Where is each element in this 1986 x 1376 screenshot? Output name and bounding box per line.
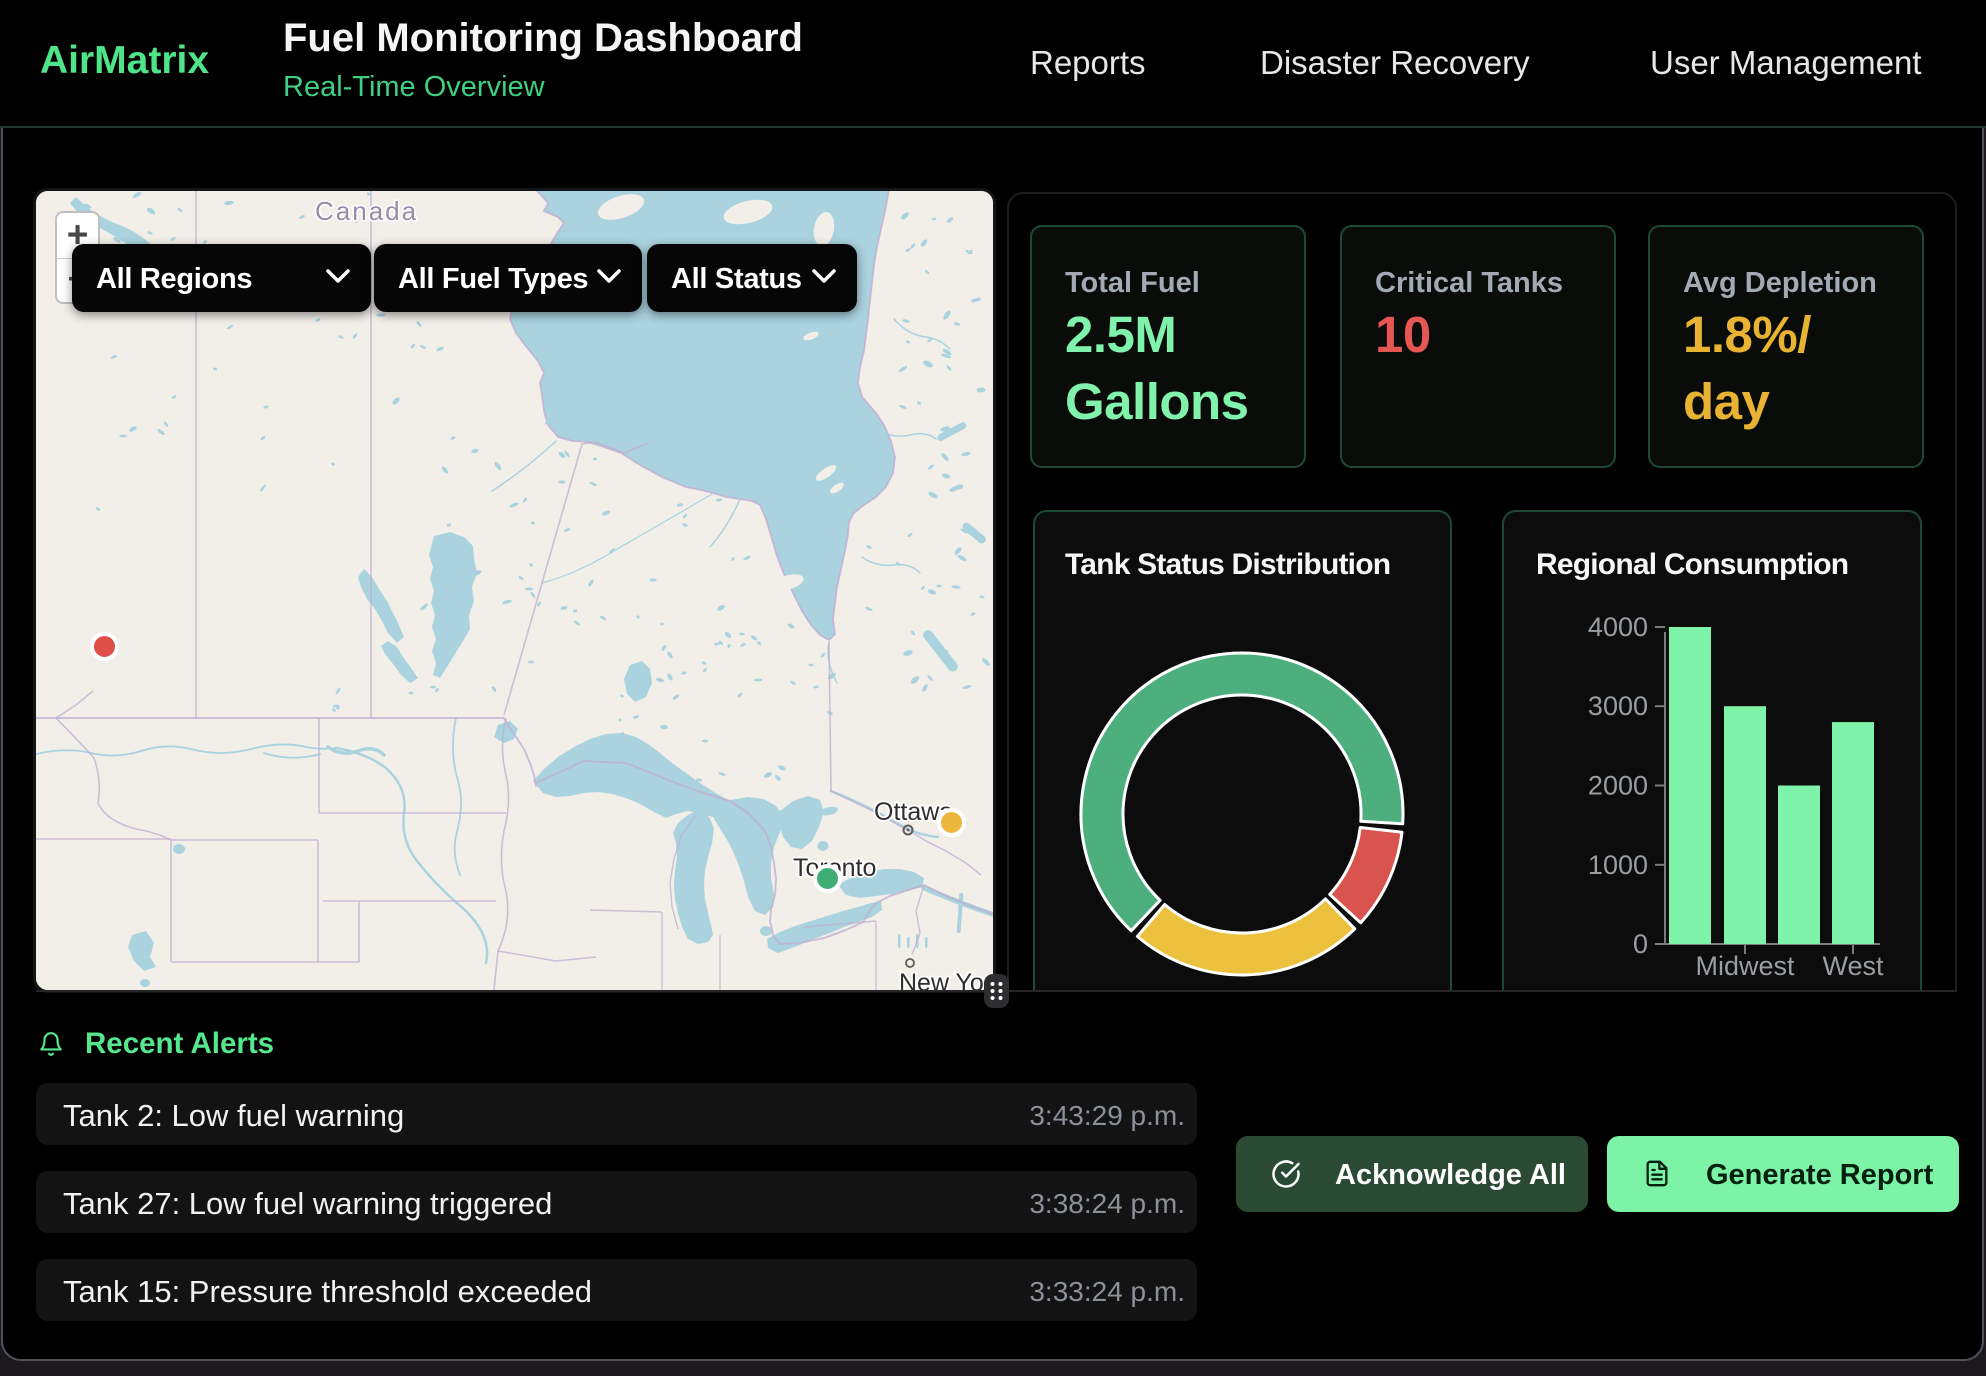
svg-text:West: West [1822, 951, 1884, 981]
svg-text:2000: 2000 [1588, 771, 1648, 801]
svg-text:0: 0 [1633, 929, 1648, 959]
svg-text:New York: New York [899, 969, 993, 990]
svg-text:Canada: Canada [315, 196, 418, 226]
svg-text:Midwest: Midwest [1695, 951, 1795, 981]
svg-text:3000: 3000 [1588, 691, 1648, 721]
svg-text:4000: 4000 [1588, 612, 1648, 642]
svg-text:1000: 1000 [1588, 850, 1648, 880]
